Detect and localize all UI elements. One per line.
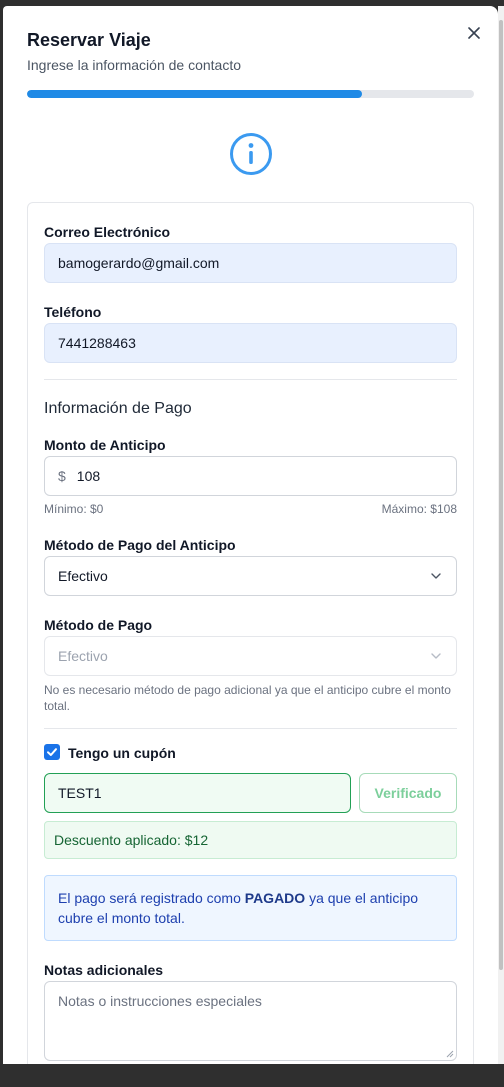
advance-method-select[interactable]: Efectivo: [44, 556, 457, 596]
phone-field[interactable]: 7441288463: [44, 323, 457, 363]
chevron-down-icon: [431, 573, 441, 579]
advance-amount-value: 108: [76, 468, 101, 484]
currency-symbol: $: [58, 468, 66, 484]
phone-value: 7441288463: [58, 335, 136, 351]
close-button[interactable]: [465, 24, 483, 42]
verify-coupon-button[interactable]: Verificado: [359, 773, 457, 813]
scrollbar-thumb[interactable]: [499, 20, 503, 970]
advance-method-label: Método de Pago del Anticipo: [44, 537, 236, 553]
divider: [44, 728, 457, 729]
payment-method-value: Efectivo: [58, 648, 108, 664]
divider: [44, 379, 457, 380]
booking-modal: Reservar Viaje Ingrese la información de…: [3, 6, 498, 1064]
coupon-checkbox[interactable]: [44, 744, 60, 760]
max-hint: Máximo: $108: [381, 502, 457, 516]
modal-subtitle: Ingrese la información de contacto: [27, 57, 242, 73]
email-label: Correo Electrónico: [44, 224, 171, 240]
payment-method-label: Método de Pago: [44, 617, 153, 633]
scrollbar[interactable]: [498, 6, 504, 1064]
notes-textarea[interactable]: Notas o instrucciones especiales: [44, 981, 457, 1061]
payment-status-notice: El pago será registrado como PAGADO ya q…: [44, 875, 457, 941]
min-hint: Mínimo: $0: [44, 502, 104, 516]
close-icon: [468, 27, 480, 39]
modal-title: Reservar Viaje: [27, 30, 151, 50]
coupon-code-value: TEST1: [58, 785, 102, 801]
email-value: bamogerardo@gmail.com: [58, 255, 220, 271]
coupon-checkbox-label[interactable]: Tengo un cupón: [68, 745, 176, 761]
payment-method-select: Efectivo: [44, 636, 457, 676]
progress-fill: [27, 90, 363, 98]
advance-amount-input[interactable]: $ 108: [44, 456, 457, 496]
resize-grip-icon[interactable]: [446, 1050, 454, 1058]
notes-placeholder: Notas o instrucciones especiales: [58, 993, 262, 1009]
notice-text-before: El pago será registrado como: [58, 890, 245, 906]
advance-method-value: Efectivo: [58, 568, 108, 584]
phone-label: Teléfono: [44, 304, 102, 320]
advance-amount-label: Monto de Anticipo: [44, 437, 166, 453]
notice-text-bold: PAGADO: [244, 890, 306, 906]
coupon-code-input[interactable]: TEST1: [44, 773, 351, 813]
info-circle-icon: [230, 133, 272, 175]
progress-bar: [27, 90, 474, 98]
email-field[interactable]: bamogerardo@gmail.com: [44, 243, 457, 283]
payment-section-title: Información de Pago: [44, 400, 192, 417]
notes-label: Notas adicionales: [44, 962, 164, 978]
chevron-down-icon: [431, 653, 441, 659]
payment-method-note: No es necesario método de pago adicional…: [44, 683, 451, 713]
checkmark-icon: [47, 748, 57, 756]
discount-message: Descuento aplicado: $12: [44, 821, 457, 859]
